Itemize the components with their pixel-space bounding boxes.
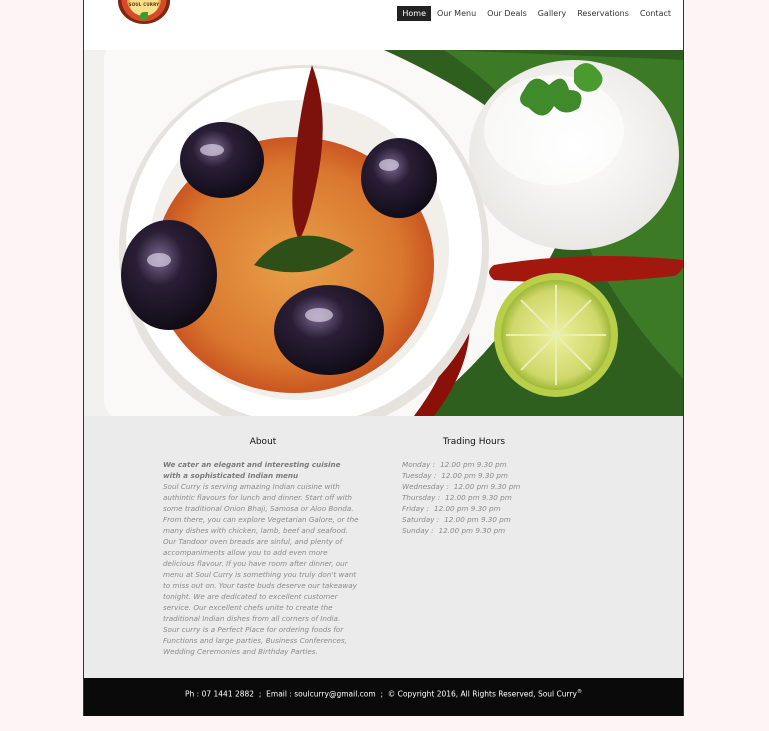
nav-gallery[interactable]: Gallery — [533, 6, 572, 21]
site-footer: Ph : 07 1441 2882 ; Email : soulcurry@gm… — [84, 678, 683, 716]
about-heading: About — [249, 437, 277, 447]
soul-curry-logo[interactable]: SOUL CURRY — [118, 0, 170, 24]
about-body: Soul Curry is serving amazing Indian cui… — [163, 482, 359, 623]
footer-copyright: © Copyright 2016, All Rights Reserved, S… — [387, 689, 577, 699]
hours-time: 12.00 pm 9.30 pm — [444, 515, 511, 524]
hours-row-friday: Friday : 12.00 pm 9.30 pm — [402, 503, 520, 514]
footer-separator: ; — [380, 689, 383, 699]
hours-time: 12.00 pm 9.30 pm — [440, 460, 507, 469]
hours-day: Tuesday : — [402, 471, 437, 480]
footer-email[interactable]: Email : soulcurry@gmail.com — [266, 690, 376, 699]
hours-day: Saturday : — [402, 515, 440, 524]
hours-day: Wednesday : — [402, 482, 449, 491]
nav-home[interactable]: Home — [397, 6, 431, 21]
hours-row-tuesday: Tuesday : 12.00 pm 9.30 pm — [402, 470, 520, 481]
hours-row-saturday: Saturday : 12.00 pm 9.30 pm — [402, 514, 520, 525]
hours-day: Thursday : — [402, 493, 441, 502]
logo-text: SOUL CURRY — [128, 2, 160, 7]
footer-phone: Ph : 07 1441 2882 — [185, 689, 255, 699]
nav-our-menu[interactable]: Our Menu — [432, 6, 481, 21]
about-lead: We cater an elegant and interesting cuis… — [163, 460, 341, 480]
hours-time: 12.00 pm 9.30 pm — [438, 526, 506, 535]
hours-row-wednesday: Wednesday : 12.00 pm 9.30 pm — [402, 481, 520, 492]
hours-time: 12.00 pm 9.30 pm — [453, 482, 521, 491]
nav-reservations[interactable]: Reservations — [572, 6, 634, 21]
trading-hours-list: Monday :12.00 pm 9.30 pm Tuesday :12.00 … — [402, 459, 520, 536]
info-section: About Trading Hours We cater an elegant … — [84, 416, 683, 678]
registered-mark: ® — [576, 689, 582, 695]
footer-line: Ph : 07 1441 2882 ; Email : soulcurry@gm… — [84, 689, 683, 699]
about-text: We cater an elegant and interesting cuis… — [163, 459, 359, 657]
nav-our-deals[interactable]: Our Deals — [482, 6, 532, 21]
hours-time: 12.00 pm 9.30 pm — [434, 504, 501, 513]
curry-dish-illustration — [84, 50, 683, 416]
hours-day: Monday : — [402, 460, 436, 469]
hours-day: Sunday : — [402, 526, 434, 535]
leaf-icon — [140, 12, 148, 20]
hours-row-sunday: Sunday : 12.00 pm 9.30 pm — [402, 525, 520, 536]
footer-separator: ; — [258, 689, 262, 699]
trading-hours-heading: Trading Hours — [442, 437, 506, 447]
hours-row-thursday: Thursday : 12.00 pm 9.30 pm — [402, 492, 520, 503]
page-container: SOUL CURRY Home Our Menu Our Deals Galle… — [83, 0, 684, 716]
main-nav: Home Our Menu Our Deals Gallery Reservat… — [396, 6, 676, 21]
hours-time: 12.00 pm 9.30 pm — [445, 493, 512, 502]
hero-food-image — [84, 50, 683, 416]
site-header: SOUL CURRY Home Our Menu Our Deals Galle… — [84, 0, 683, 50]
hours-row-monday: Monday : 12.00 pm 9.30 pm — [402, 459, 520, 470]
hours-time: 12.00 pm 9.30 pm — [441, 471, 508, 480]
nav-contact[interactable]: Contact — [635, 6, 676, 21]
hours-day: Friday : — [402, 504, 430, 513]
about-extra: Sour curry is a Perfect Place for orderi… — [163, 625, 347, 656]
